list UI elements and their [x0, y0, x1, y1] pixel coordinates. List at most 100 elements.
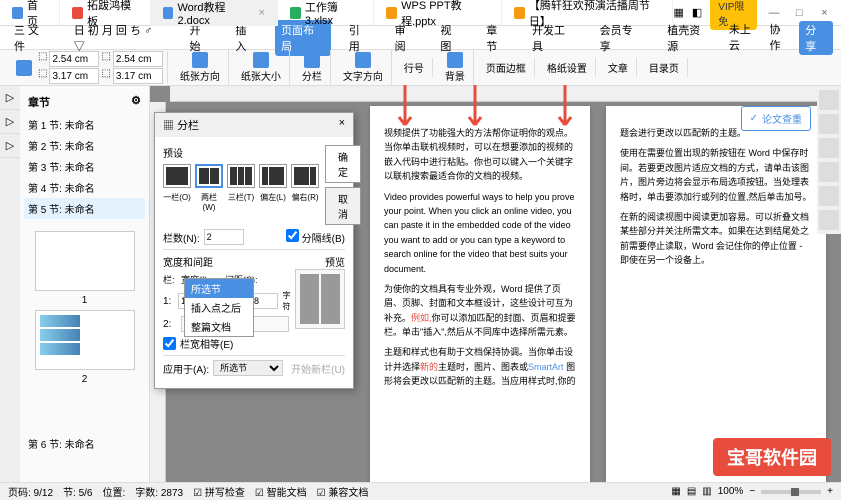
- paragraph: 主题和样式也有助于文档保持协调。当你单击设计并选择新的主题时，图片、图表或Sma…: [384, 345, 576, 388]
- tab-home[interactable]: 首页: [0, 0, 60, 26]
- dropdown-option[interactable]: 整篇文档: [185, 317, 253, 336]
- page-thumbnail[interactable]: [35, 231, 135, 291]
- watermark: 宝哥软件园: [713, 438, 831, 476]
- text-direction-button[interactable]: 文字方向: [339, 50, 387, 85]
- preset-right[interactable]: [291, 164, 319, 188]
- width-section-label: 宽度和间距: [163, 254, 213, 269]
- word-count[interactable]: 字数: 2873: [135, 484, 183, 499]
- toc-page-button[interactable]: 目录页: [645, 58, 683, 77]
- view-mode-icon[interactable]: ▤: [687, 486, 696, 497]
- right-toolbar: [817, 86, 841, 234]
- preset-two[interactable]: [195, 164, 223, 188]
- paper-size-button[interactable]: 纸张大小: [237, 50, 285, 85]
- zoom-level[interactable]: 100%: [718, 486, 744, 497]
- margin-top-input[interactable]: [49, 51, 99, 67]
- outline-item[interactable]: 第 6 节: 未命名: [24, 433, 145, 454]
- grid-settings-button[interactable]: 格纸设置: [543, 58, 591, 77]
- tab-word-doc[interactable]: Word教程2.docx×: [151, 0, 278, 26]
- tab-excel[interactable]: 工作簿3.xlsx: [278, 0, 374, 26]
- preset-left[interactable]: [259, 164, 287, 188]
- grid-icon[interactable]: ▦: [673, 6, 683, 19]
- close-icon[interactable]: ×: [258, 7, 264, 19]
- right-tool-6[interactable]: [819, 210, 839, 230]
- zoom-out-button[interactable]: −: [749, 486, 755, 497]
- right-tool-2[interactable]: [819, 114, 839, 134]
- outline-item[interactable]: 第 2 节: 未命名: [24, 135, 145, 156]
- annotation-arrow: [460, 80, 490, 130]
- orientation-button[interactable]: 纸张方向: [176, 50, 224, 85]
- smart-doc[interactable]: ☑ 智能文档: [255, 484, 307, 499]
- cloud-status[interactable]: 未上云: [729, 21, 762, 55]
- equal-width-checkbox[interactable]: [163, 337, 176, 350]
- right-tool-3[interactable]: [819, 138, 839, 158]
- start-new-col: 开始新栏(U): [291, 361, 345, 376]
- outline-item[interactable]: 第 5 节: 未命名: [24, 198, 145, 219]
- msg-icon[interactable]: ◧: [692, 6, 702, 19]
- maximize-button[interactable]: □: [791, 3, 808, 23]
- cancel-button[interactable]: 取消: [325, 187, 361, 225]
- position-indicator: 位置:: [103, 484, 126, 499]
- nav-tab-3[interactable]: ▷: [0, 134, 20, 158]
- apply-to-select[interactable]: 所选节: [213, 360, 283, 376]
- columns-button[interactable]: 分栏: [298, 50, 326, 85]
- cols-input[interactable]: [204, 229, 244, 245]
- columns-dialog: ▦ 分栏 × 预设 一栏(O) 两栏(W) 三栏(T) 偏左(L) 偏右(R: [154, 112, 354, 389]
- zoom-in-button[interactable]: +: [827, 486, 833, 497]
- ok-button[interactable]: 确定: [325, 145, 361, 183]
- right-tool-5[interactable]: [819, 186, 839, 206]
- preview-box: [295, 269, 345, 329]
- section-indicator: 节: 5/6: [63, 484, 92, 499]
- zoom-slider[interactable]: [761, 490, 821, 494]
- outline-item[interactable]: 第 4 节: 未命名: [24, 177, 145, 198]
- tab-ppt[interactable]: WPS PPT教程.pptx: [374, 0, 502, 26]
- margin-right-input[interactable]: [113, 68, 163, 84]
- preset-label: 预设: [163, 145, 319, 160]
- article-button[interactable]: 文章: [604, 58, 632, 77]
- spell-check[interactable]: ☑ 拼写检查: [193, 484, 245, 499]
- tab-template[interactable]: 拓跋鸿模板: [60, 0, 151, 26]
- outline-item[interactable]: 第 1 节: 未命名: [24, 114, 145, 135]
- document-page[interactable]: 视频提供了功能强大的方法帮你证明你的观点。当你单击联机视频时，可以在想要添加的视…: [370, 106, 590, 482]
- document-page[interactable]: 题会进行更改以匹配新的主题。 使用在需要位置出现的新按钮在 Word 中保存时间…: [606, 106, 826, 482]
- nav-tab-1[interactable]: ▷: [0, 86, 20, 110]
- outline-settings-icon[interactable]: ⚙: [131, 94, 141, 110]
- nav-tab-2[interactable]: ▷: [0, 110, 20, 134]
- apply-to-dropdown: 所选节 插入点之后 整篇文档: [184, 278, 254, 337]
- page-border-button[interactable]: 页面边框: [482, 58, 530, 77]
- preview-label: 预览: [325, 254, 345, 269]
- view-mode-icon[interactable]: ▦: [671, 486, 680, 497]
- right-tool-1[interactable]: [819, 90, 839, 110]
- separator-checkbox[interactable]: [286, 229, 299, 242]
- page-thumbnail[interactable]: [35, 310, 135, 370]
- paragraph: Video provides powerful ways to help you…: [384, 190, 576, 276]
- dialog-close-button[interactable]: ×: [339, 117, 345, 133]
- share-button[interactable]: 分享: [799, 21, 833, 55]
- statusbar: 页码: 9/12 节: 5/6 位置: 字数: 2873 ☑ 拼写检查 ☑ 智能…: [0, 482, 841, 500]
- apply-label: 应用于(A):: [163, 361, 209, 376]
- view-mode-icon[interactable]: ▥: [702, 486, 711, 497]
- minimize-button[interactable]: —: [765, 3, 782, 23]
- dropdown-option[interactable]: 插入点之后: [185, 298, 253, 317]
- horizontal-ruler[interactable]: [170, 86, 841, 102]
- thumb-number: 2: [32, 374, 137, 385]
- review-check-button[interactable]: ✓ 论文查重: [741, 106, 811, 131]
- margin-left-input[interactable]: [49, 68, 99, 84]
- collab-button[interactable]: 协作: [770, 21, 792, 55]
- margin-bottom-input[interactable]: [113, 51, 163, 67]
- paragraph: 视频提供了功能强大的方法帮你证明你的观点。当你单击联机视频时，可以在想要添加的视…: [384, 126, 576, 184]
- line-numbers-button[interactable]: 行号: [400, 58, 428, 77]
- right-tool-4[interactable]: [819, 162, 839, 182]
- tab-other[interactable]: 【腾轩狂欢预演活播周节日】: [502, 0, 674, 26]
- page-indicator[interactable]: 页码: 9/12: [8, 484, 53, 499]
- spacing-2-input: [249, 316, 289, 332]
- close-button[interactable]: ×: [816, 3, 833, 23]
- themes-button[interactable]: [12, 58, 36, 78]
- cols-label: 栏数(N):: [163, 230, 200, 245]
- compat-doc[interactable]: ☑ 兼容文档: [317, 484, 369, 499]
- preset-three[interactable]: [227, 164, 255, 188]
- dropdown-option[interactable]: 所选节: [185, 279, 253, 298]
- preset-one[interactable]: [163, 164, 191, 188]
- dialog-title-text: ▦ 分栏: [163, 117, 199, 133]
- outline-item[interactable]: 第 3 节: 未命名: [24, 156, 145, 177]
- thumb-number: 1: [32, 295, 137, 306]
